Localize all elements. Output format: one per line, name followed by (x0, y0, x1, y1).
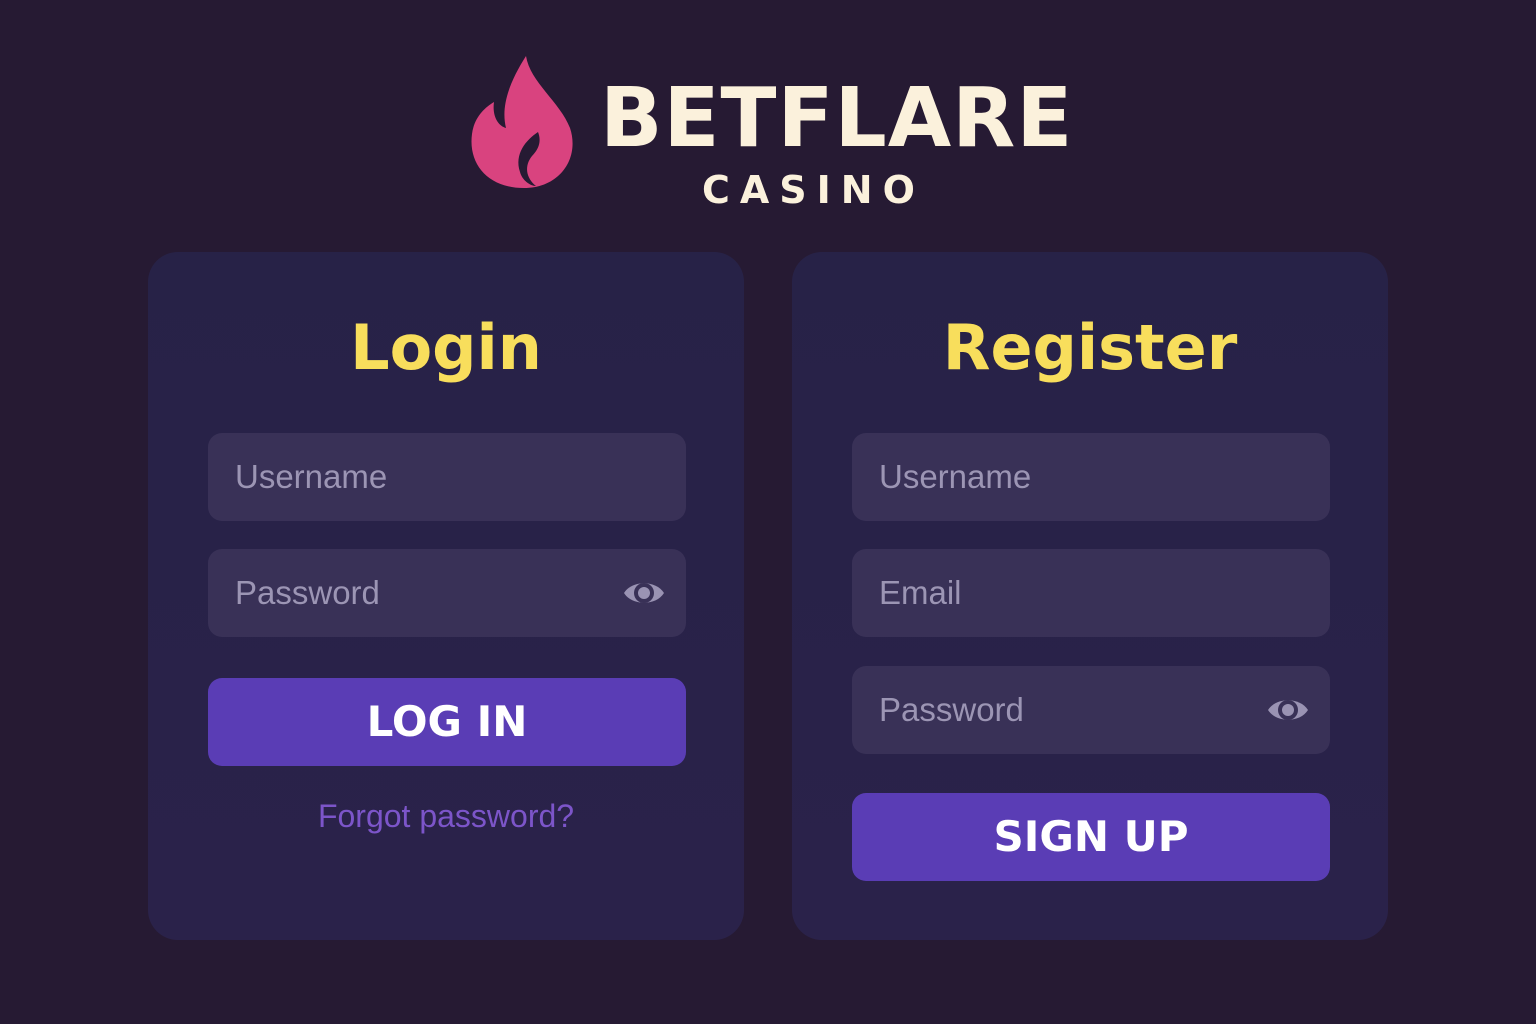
brand-header: BETFLARE CASINO (0, 0, 1536, 230)
register-username-input[interactable] (852, 433, 1330, 521)
forgot-password-link[interactable]: Forgot password? (148, 796, 744, 836)
register-card: Register SIGN UP (792, 252, 1388, 940)
register-email-field (852, 549, 1330, 637)
eye-icon[interactable] (622, 575, 666, 611)
login-password-input[interactable] (208, 549, 686, 637)
eye-icon[interactable] (1266, 692, 1310, 728)
register-password-field (852, 666, 1330, 754)
login-card: Login LOG IN Forgot password? (148, 252, 744, 940)
register-password-input[interactable] (852, 666, 1330, 754)
register-title: Register (942, 311, 1238, 384)
brand-name: BETFLARE (600, 71, 1074, 166)
login-password-field (208, 549, 686, 637)
register-username-field (852, 433, 1330, 521)
flame-icon (471, 56, 573, 188)
login-username-field (208, 433, 686, 521)
brand-subtitle: CASINO (702, 168, 925, 212)
login-title: Login (350, 311, 542, 384)
login-button[interactable]: LOG IN (208, 678, 686, 766)
login-username-input[interactable] (208, 433, 686, 521)
register-email-input[interactable] (852, 549, 1330, 637)
sign-up-button[interactable]: SIGN UP (852, 793, 1330, 881)
